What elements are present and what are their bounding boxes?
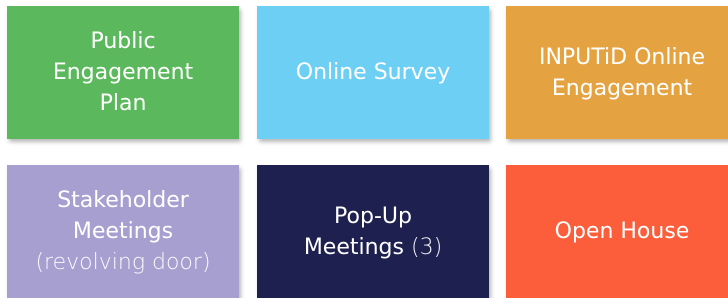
tile-label-line: (revolving door) [35, 250, 211, 275]
tile-inputid-online-engagement: INPUTiD Online Engagement [506, 6, 728, 139]
tile-count: (3) [410, 234, 443, 260]
tile-label-line: Engagement [52, 60, 194, 85]
tile-online-survey: Online Survey [257, 6, 489, 139]
tile-open-house: Open House [506, 165, 728, 298]
tile-label-line: Pop-Up [334, 203, 412, 229]
tile-stakeholder-meetings: Stakeholder Meetings (revolving door) [7, 165, 239, 298]
tile-label-line: Open House [554, 219, 690, 244]
tile-label-text: Meetings [303, 234, 411, 260]
tile-label-line: Online Survey [295, 60, 451, 85]
tile-label-line: Stakeholder [57, 188, 189, 213]
engagement-tiles-grid: Public Engagement Plan Online Survey INP… [0, 0, 728, 298]
tile-label-line: Meetings [72, 219, 174, 244]
tile-label-line: Meetings (3) [304, 232, 442, 263]
tile-label-line: Engagement [551, 75, 693, 101]
tile-label-line: Public [90, 29, 156, 54]
tile-public-engagement-plan: Public Engagement Plan [7, 6, 239, 139]
tile-label-line: INPUTiD Online [538, 44, 706, 70]
tile-pop-up-meetings: Pop-Up Meetings (3) [257, 165, 489, 298]
tile-label-line: Plan [99, 91, 147, 116]
